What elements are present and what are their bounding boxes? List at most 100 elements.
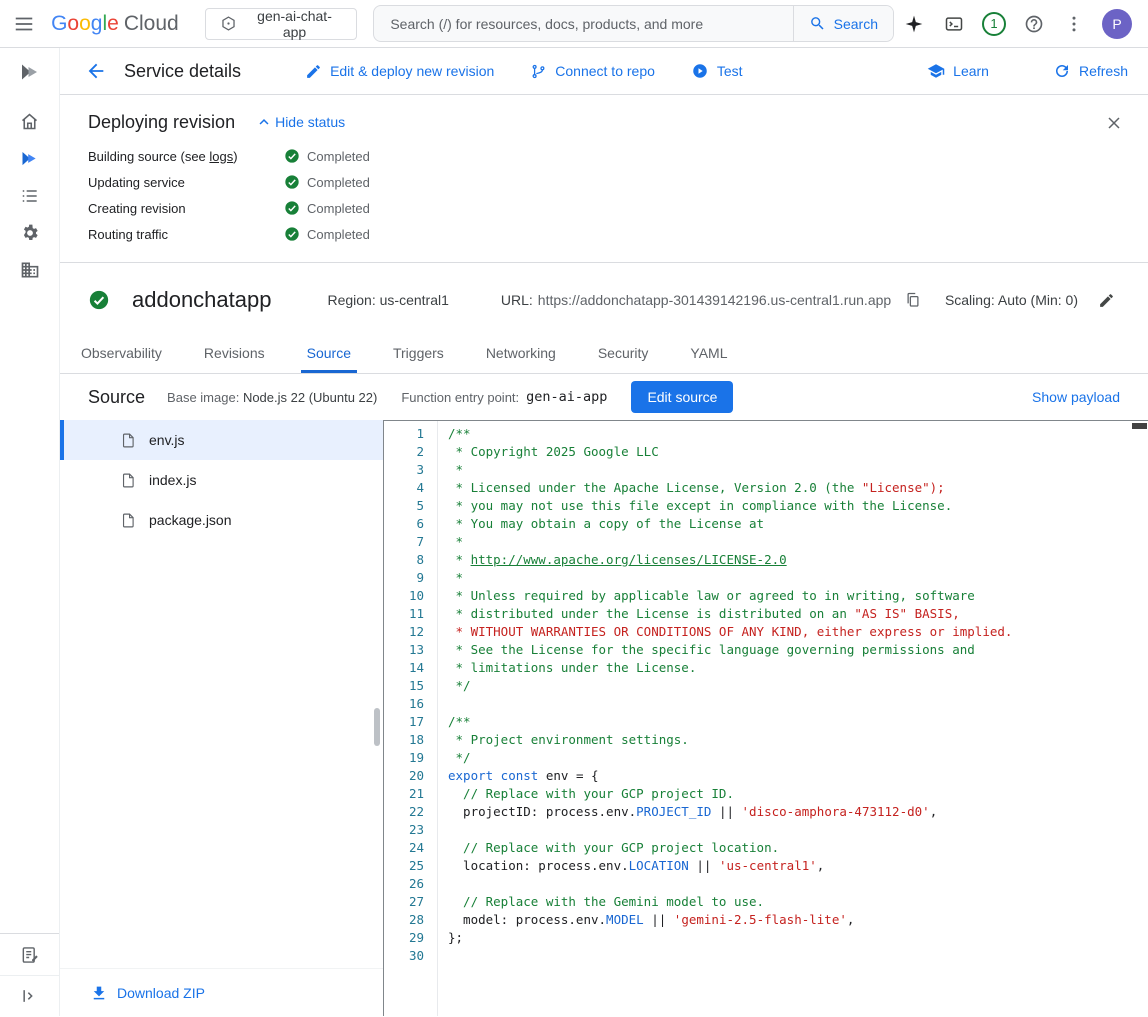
nav-revisions-list-icon[interactable]	[10, 185, 50, 206]
download-bar: Download ZIP	[60, 968, 383, 1016]
code-editor: 1234567891011121314151617181920212223242…	[383, 420, 1148, 1016]
notification-count-badge: 1	[982, 12, 1006, 36]
deploy-step-label: Building source (see logs)	[88, 149, 284, 164]
code-line: export const env = {	[448, 767, 1148, 785]
code-line: // Replace with your GCP project ID.	[448, 785, 1148, 803]
editor-scrollbar-thumb[interactable]	[1132, 423, 1147, 429]
hide-status-toggle[interactable]: Hide status	[255, 113, 345, 131]
code-line: *	[448, 569, 1148, 587]
region-value: us-central1	[380, 292, 449, 308]
entry-point-value: gen-ai-app	[526, 389, 607, 405]
base-image-label: Base image:	[167, 390, 239, 405]
logo-google-text: Google	[51, 12, 119, 36]
cloud-run-logo-icon	[0, 48, 59, 95]
logs-link[interactable]: logs	[209, 149, 233, 164]
deploy-steps: Building source (see logs) Completed Updat…	[88, 143, 1120, 247]
test-button[interactable]: Test	[691, 62, 743, 80]
learn-button[interactable]: Learn	[927, 62, 989, 80]
code-content[interactable]: /** * Copyright 2025 Google LLC * * Lice…	[438, 421, 1148, 1016]
gemini-sparkle-icon[interactable]	[894, 4, 934, 44]
region-label: Region:	[327, 292, 375, 308]
copy-icon[interactable]	[899, 286, 927, 314]
nav-home-icon[interactable]	[10, 111, 50, 132]
deploy-step-row: Updating serviceCompleted	[88, 169, 1120, 195]
edit-deploy-button[interactable]: Edit & deploy new revision	[305, 63, 494, 80]
deploy-status-title: Deploying revision	[88, 112, 235, 133]
connect-repo-button[interactable]: Connect to repo	[530, 63, 655, 80]
completed-check-icon	[284, 148, 300, 164]
release-notes-icon[interactable]	[0, 934, 59, 975]
download-zip-label: Download ZIP	[117, 985, 205, 1001]
repo-branch-icon	[530, 63, 547, 80]
file-icon	[120, 472, 137, 489]
refresh-icon	[1053, 62, 1071, 80]
file-name: index.js	[149, 472, 196, 488]
entry-point: Function entry point: gen-ai-app	[401, 389, 607, 405]
url-value: https://addonchatapp-301439142196.us-cen…	[538, 292, 891, 308]
code-line: *	[448, 461, 1148, 479]
code-line: * http://www.apache.org/licenses/LICENSE…	[448, 551, 1148, 569]
collapse-nav-icon[interactable]	[0, 975, 59, 1016]
code-line	[448, 821, 1148, 839]
code-line: * See the License for the specific langu…	[448, 641, 1148, 659]
service-header: addonchatapp Region: us-central1 URL: ht…	[60, 263, 1148, 335]
search-button[interactable]: Search	[793, 6, 893, 41]
tab-revisions[interactable]: Revisions	[198, 335, 271, 373]
line-number: 16	[384, 695, 437, 713]
rail-nav	[10, 111, 50, 280]
line-number: 30	[384, 947, 437, 965]
file-panel-scrollbar[interactable]	[374, 708, 380, 746]
tab-networking[interactable]: Networking	[480, 335, 562, 373]
nav-domains-icon[interactable]	[10, 259, 50, 280]
more-options-icon[interactable]	[1054, 4, 1094, 44]
notifications-button[interactable]: 1	[974, 4, 1014, 44]
deploy-step-row: Routing trafficCompleted	[88, 221, 1120, 247]
completed-check-icon	[284, 200, 300, 216]
close-icon[interactable]	[1096, 105, 1132, 141]
help-icon[interactable]	[1014, 4, 1054, 44]
nav-services-icon-active[interactable]	[10, 148, 50, 169]
deploy-step-label: Creating revision	[88, 201, 284, 216]
cloud-shell-icon[interactable]	[934, 4, 974, 44]
file-name: package.json	[149, 512, 232, 528]
tab-triggers[interactable]: Triggers	[387, 335, 450, 373]
test-label: Test	[717, 63, 743, 79]
rail-bottom	[0, 933, 59, 1016]
file-item-package.json[interactable]: package.json	[60, 500, 383, 540]
service-status-icon	[88, 289, 110, 311]
connect-repo-label: Connect to repo	[555, 63, 655, 79]
play-icon	[691, 62, 709, 80]
back-arrow-icon[interactable]	[76, 51, 116, 91]
search-input[interactable]	[374, 16, 792, 32]
hide-status-label: Hide status	[275, 114, 345, 130]
google-cloud-logo[interactable]: Google Cloud	[51, 12, 179, 36]
show-payload-link[interactable]: Show payload	[1032, 389, 1120, 405]
refresh-button[interactable]: Refresh	[1053, 62, 1128, 80]
deploy-step-status: Completed	[307, 149, 370, 164]
tab-observability[interactable]: Observability	[75, 335, 168, 373]
line-number: 3	[384, 461, 437, 479]
code-line: };	[448, 929, 1148, 947]
file-list: env.js index.js package.json	[60, 420, 383, 540]
search-icon	[809, 15, 826, 32]
chevron-up-icon	[255, 113, 273, 131]
service-url: URL: https://addonchatapp-301439142196.u…	[501, 286, 927, 314]
deploy-status-panel: Deploying revision Hide status Building …	[60, 95, 1148, 263]
nav-integrations-gear-icon[interactable]	[10, 222, 50, 243]
code-line: */	[448, 677, 1148, 695]
tab-security[interactable]: Security	[592, 335, 655, 373]
edit-source-button[interactable]: Edit source	[631, 381, 733, 413]
topbar-actions: 1 P	[894, 4, 1138, 44]
avatar[interactable]: P	[1102, 9, 1132, 39]
edit-scaling-pencil-icon[interactable]	[1092, 286, 1120, 314]
tab-source[interactable]: Source	[301, 335, 357, 373]
project-selector[interactable]: gen-ai-chat-app	[205, 8, 358, 40]
deploy-step-label: Updating service	[88, 175, 284, 190]
menu-icon[interactable]	[0, 0, 47, 48]
tab-yaml[interactable]: YAML	[684, 335, 733, 373]
file-item-env.js[interactable]: env.js	[60, 420, 383, 460]
file-item-index.js[interactable]: index.js	[60, 460, 383, 500]
line-number: 8	[384, 551, 437, 569]
code-line: *	[448, 533, 1148, 551]
download-zip-button[interactable]: Download ZIP	[90, 984, 205, 1002]
